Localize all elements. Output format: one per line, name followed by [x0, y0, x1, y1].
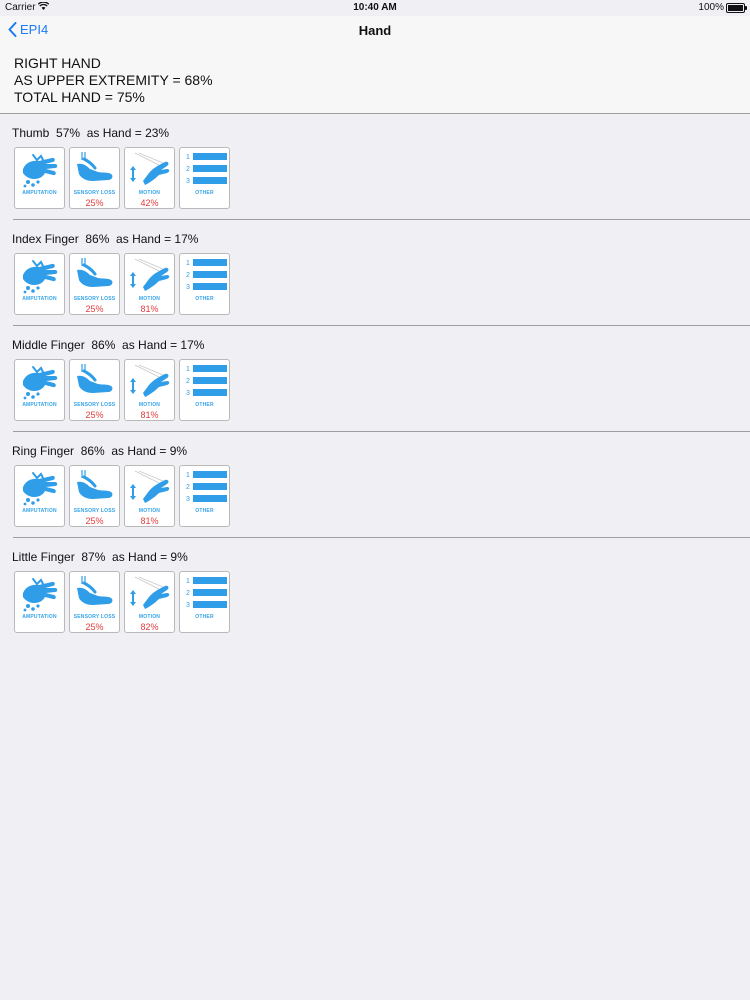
other-number-3: 3 [186, 602, 190, 609]
impairment-tiles: AMPUTATION SENSORY LOSS 25% MOTION 81% 1 [14, 359, 230, 421]
finger-heading: Little Finger 87% as Hand = 9% [12, 550, 188, 564]
amputation-label: AMPUTATION [22, 614, 57, 620]
motion-tile[interactable]: MOTION 81% [124, 253, 175, 315]
impairment-tiles: AMPUTATION SENSORY LOSS 25% MOTION 81% 1 [14, 253, 230, 315]
sensory-loss-percent: 25% [85, 622, 104, 632]
other-label: OTHER [195, 508, 214, 514]
summary-upper-extremity: AS UPPER EXTREMITY = 68% [14, 72, 213, 88]
other-tile[interactable]: 1 2 3 OTHER [179, 253, 230, 315]
other-number-1: 1 [186, 260, 190, 267]
sensory-loss-tile[interactable]: SENSORY LOSS 25% [69, 465, 120, 527]
other-number-3: 3 [186, 284, 190, 291]
motion-tile[interactable]: MOTION 42% [124, 147, 175, 209]
motion-label: MOTION [138, 296, 161, 302]
sensory-loss-percent: 25% [85, 516, 104, 526]
amputation-label: AMPUTATION [22, 508, 57, 514]
sensory-loss-tile[interactable]: SENSORY LOSS 25% [69, 147, 120, 209]
clock: 10:40 AM [353, 2, 397, 13]
other-number-2: 2 [186, 166, 190, 173]
sensory-loss-label: SENSORY LOSS [73, 508, 116, 514]
other-tile[interactable]: 1 2 3 OTHER [179, 465, 230, 527]
sensory-loss-percent: 25% [85, 410, 104, 420]
other-number-2: 2 [186, 378, 190, 385]
amputation-tile[interactable]: AMPUTATION [14, 571, 65, 633]
other-number-1: 1 [186, 366, 190, 373]
other-number-2: 2 [186, 484, 190, 491]
sensory-loss-percent: 25% [85, 198, 104, 208]
other-number-3: 3 [186, 496, 190, 503]
other-tile[interactable]: 1 2 3 OTHER [179, 147, 230, 209]
amputation-tile[interactable]: AMPUTATION [14, 253, 65, 315]
sensory-loss-label: SENSORY LOSS [73, 402, 116, 408]
impairment-tiles: AMPUTATION SENSORY LOSS 25% MOTION 42% 1 [14, 147, 230, 209]
amputation-label: AMPUTATION [22, 190, 57, 196]
motion-label: MOTION [138, 614, 161, 620]
battery-icon [726, 3, 747, 13]
finger-heading: Thumb 57% as Hand = 23% [12, 126, 170, 140]
motion-label: MOTION [138, 402, 161, 408]
other-number-2: 2 [186, 590, 190, 597]
impairment-tiles: AMPUTATION SENSORY LOSS 25% MOTION 82% 1 [14, 571, 230, 633]
motion-percent: 81% [140, 304, 159, 314]
navigation-bar: EPI4 Hand [0, 16, 750, 46]
sensory-loss-label: SENSORY LOSS [73, 614, 116, 620]
other-number-1: 1 [186, 578, 190, 585]
motion-tile[interactable]: MOTION 81% [124, 359, 175, 421]
finger-heading: Index Finger 86% as Hand = 17% [12, 232, 199, 246]
other-number-3: 3 [186, 178, 190, 185]
motion-label: MOTION [138, 190, 161, 196]
finger-section: Ring Finger 86% as Hand = 9% AMPUTATION … [0, 432, 750, 538]
other-number-1: 1 [186, 472, 190, 479]
finger-section: Thumb 57% as Hand = 23% AMPUTATION SENSO… [0, 114, 750, 220]
impairment-tiles: AMPUTATION SENSORY LOSS 25% MOTION 81% 1 [14, 465, 230, 527]
motion-tile[interactable]: MOTION 82% [124, 571, 175, 633]
other-tile[interactable]: 1 2 3 OTHER [179, 571, 230, 633]
battery-percent: 100% [698, 2, 724, 13]
status-bar: Carrier 10:40 AM 100% [0, 0, 750, 16]
finger-section: Middle Finger 86% as Hand = 17% AMPUTATI… [0, 326, 750, 432]
finger-heading: Middle Finger 86% as Hand = 17% [12, 338, 205, 352]
motion-label: MOTION [138, 508, 161, 514]
motion-percent: 81% [140, 516, 159, 526]
other-label: OTHER [195, 402, 214, 408]
amputation-label: AMPUTATION [22, 402, 57, 408]
page-title: Hand [358, 23, 392, 38]
amputation-tile[interactable]: AMPUTATION [14, 147, 65, 209]
other-tile[interactable]: 1 2 3 OTHER [179, 359, 230, 421]
other-number-2: 2 [186, 272, 190, 279]
amputation-label: AMPUTATION [22, 296, 57, 302]
amputation-tile[interactable]: AMPUTATION [14, 359, 65, 421]
finger-section: Little Finger 87% as Hand = 9% AMPUTATIO… [0, 538, 750, 644]
summary-side: RIGHT HAND [14, 55, 101, 71]
summary-total-hand: TOTAL HAND = 75% [14, 89, 145, 105]
amputation-tile[interactable]: AMPUTATION [14, 465, 65, 527]
other-number-3: 3 [186, 390, 190, 397]
other-number-1: 1 [186, 154, 190, 161]
other-label: OTHER [195, 614, 214, 620]
sensory-loss-percent: 25% [85, 304, 104, 314]
motion-percent: 42% [140, 198, 159, 208]
motion-percent: 81% [140, 410, 159, 420]
finger-heading: Ring Finger 86% as Hand = 9% [12, 444, 188, 458]
sensory-loss-label: SENSORY LOSS [73, 296, 116, 302]
other-label: OTHER [195, 296, 214, 302]
motion-tile[interactable]: MOTION 81% [124, 465, 175, 527]
sensory-loss-label: SENSORY LOSS [73, 190, 116, 196]
hand-summary: RIGHT HAND AS UPPER EXTREMITY = 68% TOTA… [0, 46, 750, 114]
motion-percent: 82% [140, 622, 159, 632]
other-label: OTHER [195, 190, 214, 196]
sensory-loss-tile[interactable]: SENSORY LOSS 25% [69, 571, 120, 633]
sensory-loss-tile[interactable]: SENSORY LOSS 25% [69, 359, 120, 421]
sensory-loss-tile[interactable]: SENSORY LOSS 25% [69, 253, 120, 315]
finger-section: Index Finger 86% as Hand = 17% AMPUTATIO… [0, 220, 750, 326]
